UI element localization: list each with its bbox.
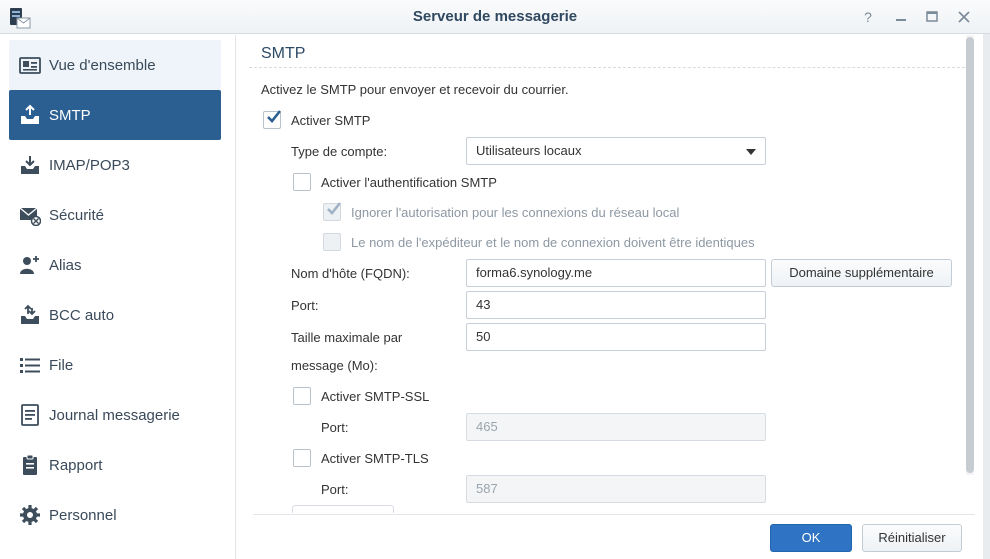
alias-users-icon [19, 254, 41, 276]
reset-button[interactable]: Réinitialiser [862, 524, 962, 552]
sidebar-item-imap-pop3[interactable]: IMAP/POP3 [9, 140, 221, 190]
mail-security-icon [19, 204, 41, 226]
imap-download-icon [19, 154, 41, 176]
minimize-icon[interactable] [893, 9, 909, 25]
section-divider [249, 67, 965, 68]
ssl-port-input[interactable]: 465 [466, 413, 766, 441]
account-type-select[interactable]: Utilisateurs locaux [466, 137, 766, 165]
sidebar-item-alias[interactable]: Alias [9, 240, 221, 290]
max-size-label-line2: message (Mo): [291, 358, 378, 373]
overview-icon [19, 54, 41, 76]
sidebar-item-label: SMTP [49, 106, 91, 124]
window-titlebar: Serveur de messagerie ? [0, 0, 990, 34]
smtp-ssl-label: Activer SMTP-SSL [321, 389, 430, 404]
sidebar-item-report[interactable]: Rapport [9, 440, 221, 490]
same-sender-name-checkbox[interactable] [323, 233, 341, 251]
ignore-local-auth-label: Ignorer l'autorisation pour les connexio… [351, 205, 680, 220]
tls-port-label: Port: [321, 482, 349, 497]
chevron-down-icon [746, 149, 756, 155]
sidebar: Vue d'ensemble SMTP IMAP/POP3 Sécurité A… [0, 35, 236, 559]
hostname-label: Nom d'hôte (FQDN): [291, 266, 410, 281]
smtp-auth-checkbox[interactable] [293, 173, 311, 191]
section-title: SMTP [261, 45, 306, 62]
smtp-ssl-checkbox[interactable] [293, 387, 311, 405]
checkmark-icon [327, 202, 342, 215]
queue-list-icon [19, 354, 41, 376]
sidebar-item-label: Alias [49, 256, 82, 274]
sidebar-item-label: Sécurité [49, 206, 105, 224]
background-window-edge [983, 34, 990, 559]
enable-smtp-checkbox[interactable] [263, 110, 282, 129]
enable-smtp-label: Activer SMTP [291, 113, 371, 128]
sidebar-item-personal[interactable]: Personnel [9, 490, 221, 540]
maximize-icon[interactable] [924, 9, 940, 25]
smtp-tls-label: Activer SMTP-TLS [321, 451, 429, 466]
sidebar-item-security[interactable]: Sécurité [9, 190, 221, 240]
log-icon [19, 404, 41, 426]
extra-domain-button[interactable]: Domaine supplémentaire [771, 259, 952, 287]
smtp-description: Activez le SMTP pour envoyer et recevoir… [261, 82, 569, 97]
sidebar-item-label: Vue d'ensemble [49, 56, 156, 74]
ssl-port-label: Port: [321, 420, 349, 435]
tls-port-input[interactable]: 587 [466, 475, 766, 503]
sidebar-item-label: Journal messagerie [49, 406, 180, 424]
bcc-tray-icon [19, 304, 41, 326]
cutoff-button-edge [292, 505, 394, 513]
report-icon [19, 454, 41, 476]
smtp-auth-label: Activer l'authentification SMTP [321, 175, 497, 190]
close-icon[interactable] [956, 9, 972, 25]
account-type-label: Type de compte: [291, 144, 388, 159]
same-sender-name-label: Le nom de l'expéditeur et le nom de conn… [351, 235, 755, 250]
footer-divider [253, 514, 975, 515]
sidebar-item-mail-log[interactable]: Journal messagerie [9, 390, 221, 440]
checkmark-icon [267, 110, 282, 123]
max-size-input[interactable]: 50 [466, 323, 766, 351]
ignore-local-auth-checkbox[interactable] [323, 202, 342, 221]
gear-icon [19, 504, 41, 526]
window-title: Serveur de messagerie [412, 8, 578, 25]
sidebar-item-label: BCC auto [49, 306, 115, 324]
help-icon[interactable]: ? [860, 9, 876, 25]
sidebar-item-bcc-auto[interactable]: BCC auto [9, 290, 221, 340]
smtp-tls-checkbox[interactable] [293, 449, 311, 467]
hostname-input[interactable]: forma6.synology.me [466, 259, 766, 287]
sidebar-item-label: IMAP/POP3 [49, 156, 130, 174]
account-type-value: Utilisateurs locaux [476, 143, 582, 158]
port-label: Port: [291, 298, 319, 313]
sidebar-item-label: Rapport [49, 456, 103, 474]
smtp-inbox-icon [19, 104, 41, 126]
sidebar-item-queue[interactable]: File [9, 340, 221, 390]
smtp-settings-panel: SMTP Activez le SMTP pour envoyer et rec… [237, 35, 990, 559]
max-size-label-line1: Taille maximale par [291, 330, 403, 345]
sidebar-item-label: File [49, 356, 74, 374]
sidebar-item-label: Personnel [49, 506, 117, 524]
port-input[interactable]: 43 [466, 291, 766, 319]
ok-button[interactable]: OK [770, 524, 852, 552]
scrollbar-thumb[interactable] [966, 37, 974, 473]
sidebar-item-smtp[interactable]: SMTP [9, 90, 221, 140]
sidebar-item-overview[interactable]: Vue d'ensemble [9, 40, 221, 90]
